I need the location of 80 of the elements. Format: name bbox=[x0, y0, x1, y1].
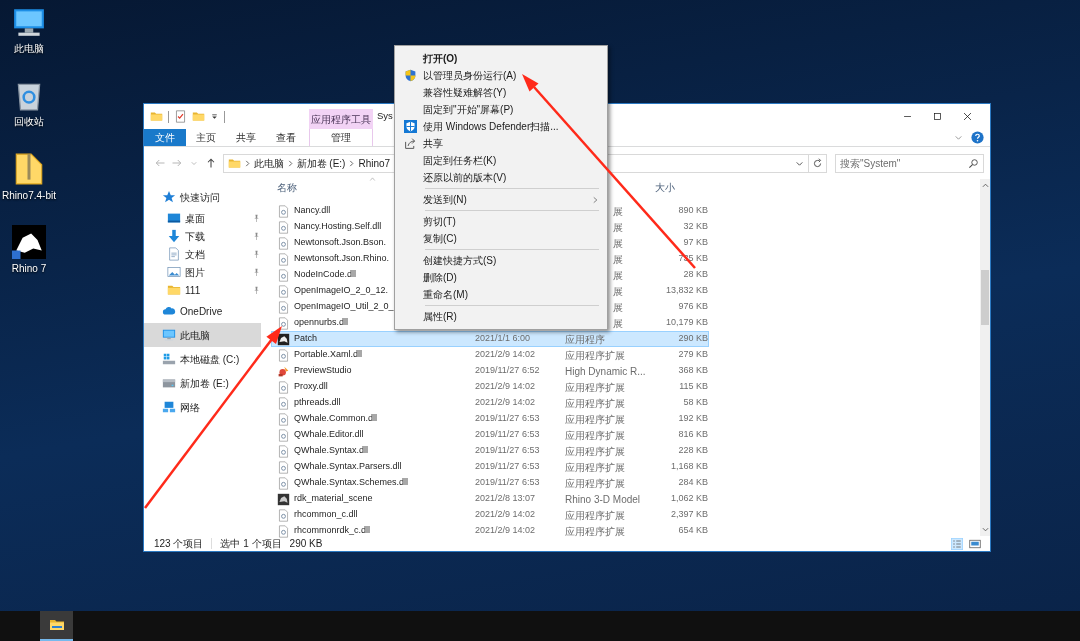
file-date: 2021/2/9 14:02 bbox=[475, 381, 536, 392]
file-size: 32 KB bbox=[683, 221, 708, 232]
file-size: 58 KB bbox=[683, 397, 708, 408]
item-count: 123 个项目 bbox=[154, 537, 204, 551]
file-name: Patch bbox=[294, 332, 317, 346]
file-date: 2021/2/9 14:02 bbox=[475, 397, 536, 408]
file-size: 192 KB bbox=[678, 413, 708, 424]
file-date: 2021/1/1 6:00 bbox=[475, 333, 531, 344]
file-name: Proxy.dll bbox=[294, 380, 328, 394]
file-size: 28 KB bbox=[683, 269, 708, 280]
file-size: 279 KB bbox=[678, 349, 708, 360]
file-type: 应用程序扩展 bbox=[565, 413, 625, 425]
file-type: 应用程序扩展 bbox=[565, 349, 625, 361]
file-name: NodeInCode.dll bbox=[294, 268, 357, 282]
file-name: pthreads.dll bbox=[294, 396, 341, 410]
file-name: Nancy.dll bbox=[294, 204, 331, 218]
file-name: OpenImageIO_2_0_12. bbox=[294, 284, 389, 298]
file-name: PreviewStudio bbox=[294, 364, 352, 378]
file-name: QWhale.Syntax.dll bbox=[294, 444, 369, 458]
file-type: 应用程序扩展 bbox=[565, 477, 625, 489]
file-name: QWhale.Syntax.Schemes.dll bbox=[294, 476, 409, 490]
file-type: Rhino 3-D Model bbox=[565, 493, 641, 505]
file-name: Newtonsoft.Json.Rhino. bbox=[294, 252, 390, 266]
file-date: 2021/2/9 14:02 bbox=[475, 509, 536, 520]
file-size: 10,179 KB bbox=[665, 317, 708, 328]
file-name: QWhale.Syntax.Parsers.dll bbox=[294, 460, 402, 474]
file-type: 展 bbox=[613, 317, 623, 329]
file-name: OpenImageIO_Util_2_0_ bbox=[294, 300, 394, 314]
file-size: 816 KB bbox=[678, 429, 708, 440]
file-type: 展 bbox=[613, 205, 623, 217]
file-type: 展 bbox=[613, 221, 623, 233]
file-size: 654 KB bbox=[678, 525, 708, 536]
file-type: 展 bbox=[613, 237, 623, 249]
file-type: 展 bbox=[613, 301, 623, 313]
file-type: High Dynamic R... bbox=[565, 365, 646, 377]
file-type: 展 bbox=[613, 269, 623, 281]
file-date: 2021/2/8 13:07 bbox=[475, 493, 536, 504]
file-size: 97 KB bbox=[683, 237, 708, 248]
file-size: 890 KB bbox=[678, 205, 708, 216]
file-size: 2,397 KB bbox=[670, 509, 708, 520]
selection-count: 选中 1 个项目 bbox=[220, 537, 282, 551]
file-date: 2019/11/27 6:53 bbox=[475, 445, 540, 456]
file-name: QWhale.Common.dll bbox=[294, 412, 378, 426]
file-type: 应用程序扩展 bbox=[565, 525, 625, 537]
file-size: 290 KB bbox=[678, 333, 708, 344]
file-type: 应用程序扩展 bbox=[565, 397, 625, 409]
file-size: 115 KB bbox=[679, 381, 708, 392]
file-date: 2019/11/27 6:53 bbox=[475, 429, 540, 440]
file-name: rhcommonrdk_c.dll bbox=[294, 524, 371, 538]
file-date: 2021/2/9 14:02 bbox=[475, 349, 536, 360]
file-date: 2019/11/27 6:53 bbox=[475, 461, 540, 472]
file-type: 应用程序扩展 bbox=[565, 509, 625, 521]
file-name: Newtonsoft.Json.Bson. bbox=[294, 236, 387, 250]
file-name: rhcommon_c.dll bbox=[294, 508, 358, 522]
file-size: 1,062 KB bbox=[670, 493, 708, 504]
file-type: 应用程序扩展 bbox=[565, 429, 625, 441]
file-date: 2019/11/27 6:53 bbox=[475, 477, 540, 488]
selection-size: 290 KB bbox=[289, 537, 323, 551]
file-name: opennurbs.dll bbox=[294, 316, 349, 330]
file-name: QWhale.Editor.dll bbox=[294, 428, 364, 442]
file-type: 应用程序扩展 bbox=[565, 445, 625, 457]
file-type: 展 bbox=[613, 285, 623, 297]
file-date: 2021/2/9 14:02 bbox=[475, 525, 536, 536]
file-size: 1,168 KB bbox=[670, 461, 708, 472]
file-size: 976 KB bbox=[678, 301, 708, 312]
file-date: 2019/11/27 6:52 bbox=[475, 365, 540, 376]
file-size: 13,832 KB bbox=[665, 285, 708, 296]
file-name: Nancy.Hosting.Self.dll bbox=[294, 220, 382, 234]
context-tab-header: 应用程序工具 bbox=[309, 109, 373, 129]
file-type: 应用程序扩展 bbox=[565, 461, 625, 473]
file-size: 368 KB bbox=[678, 365, 708, 376]
file-type: 应用程序扩展 bbox=[565, 381, 625, 393]
file-size: 284 KB bbox=[678, 477, 708, 488]
file-date: 2019/11/27 6:53 bbox=[475, 413, 540, 424]
file-type: 展 bbox=[613, 253, 623, 265]
file-size: 228 KB bbox=[678, 445, 708, 456]
file-type: 应用程序 bbox=[565, 333, 605, 345]
file-name: Portable.Xaml.dll bbox=[294, 348, 363, 362]
file-name: rdk_material_scene bbox=[294, 492, 373, 506]
window-title: Sys bbox=[376, 109, 393, 124]
